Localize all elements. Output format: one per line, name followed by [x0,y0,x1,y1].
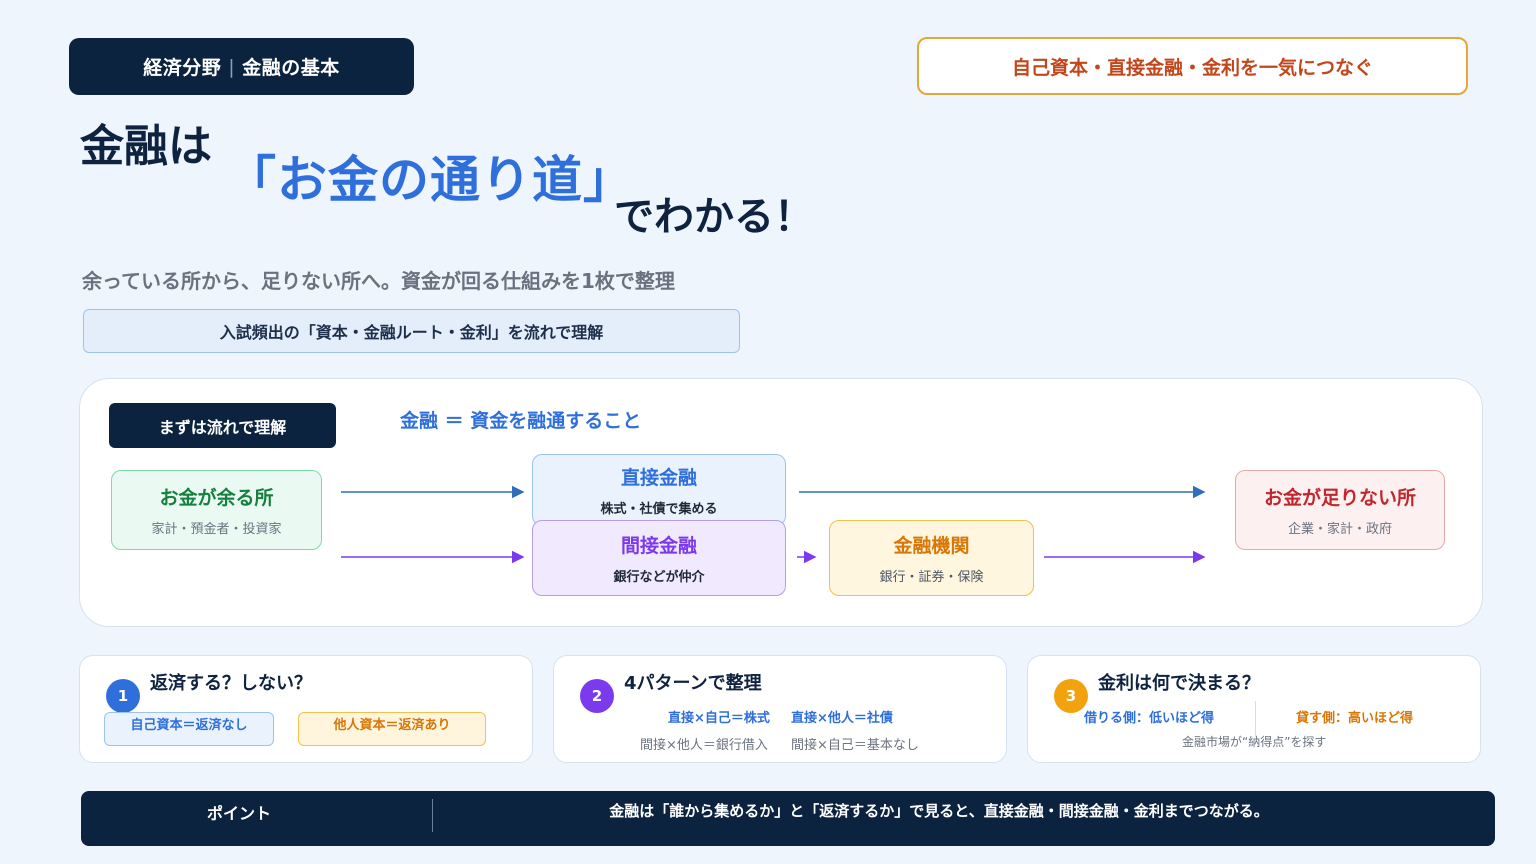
node-financial-institution: 金融機関 銀行・証券・保険 [829,520,1034,596]
category-tag: 経済分野 | 金融の基本 [69,38,414,95]
node-direct-sub: 株式・社債で集める [600,502,718,517]
rate-market-note: 金融市場が“納得点”を探す [1182,735,1327,749]
chip-equity-capital: 自己資本＝返済なし [104,712,274,746]
card-four-patterns [553,655,1007,763]
card-2-title: 4パターンで整理 [624,673,762,694]
node-institution-sub: 銀行・証券・保険 [879,570,984,585]
rate-borrower: 借りる側：低いほど得 [1084,711,1215,726]
pattern-direct-equity: 直接×自己＝株式 [668,711,770,726]
rate-lender: 貸す側：高いほど得 [1296,711,1414,726]
category-field: 経済分野 [143,57,222,79]
card-3-title: 金利は何で決まる？ [1098,673,1260,694]
node-indirect-finance: 間接金融 銀行などが仲介 [532,520,786,596]
chip-debt-capital: 他人資本＝返済あり [298,712,486,746]
category-topic: 金融の基本 [242,57,340,79]
card-2-number: 2 [580,679,614,713]
category-separator: | [228,55,236,78]
point-text: 金融は「誰から集めるか」と「返済するか」で見ると、直接金融・間接金融・金利までつ… [609,802,1269,820]
title-part-1: 金融は [80,121,212,172]
node-surplus-title: お金が余る所 [159,487,274,509]
node-indirect-title: 間接金融 [620,535,697,557]
node-indirect-sub: 銀行などが仲介 [613,570,705,585]
rate-divider [1255,701,1256,737]
card-3-number: 3 [1054,679,1088,713]
node-direct-title: 直接金融 [620,467,697,489]
summary-tag: 自己資本・直接金融・金利を一気につなぐ [917,37,1468,95]
node-surplus: お金が余る所 家計・預金者・投資家 [111,470,322,550]
point-label: ポイント [206,804,271,823]
card-1-number: 1 [106,679,140,713]
node-direct-finance: 直接金融 株式・社債で集める [532,454,786,526]
title-highlight: 「お金の通り道」 [226,151,634,209]
finance-definition: 金融 ＝ 資金を融通すること [400,410,642,432]
node-institution-title: 金融機関 [893,535,970,557]
node-deficit: お金が足りない所 企業・家計・政府 [1235,470,1445,550]
flow-tag: まずは流れで理解 [109,403,336,448]
pattern-indirect-debt: 間接×他人＝銀行借入 [640,738,768,753]
node-deficit-title: お金が足りない所 [1263,487,1416,509]
node-deficit-sub: 企業・家計・政府 [1287,522,1392,537]
pattern-indirect-equity: 間接×自己＝基本なし [791,738,919,753]
title-part-3: でわかる！ [614,194,814,240]
exam-note: 入試頻出の「資本・金融ルート・金利」を流れで理解 [83,309,740,353]
pattern-direct-debt: 直接×他人＝社債 [791,711,893,726]
card-1-title: 返済する？しない？ [150,673,312,694]
subtitle: 余っている所から、足りない所へ。資金が回る仕組みを1枚で整理 [82,269,675,293]
node-surplus-sub: 家計・預金者・投資家 [151,522,282,537]
